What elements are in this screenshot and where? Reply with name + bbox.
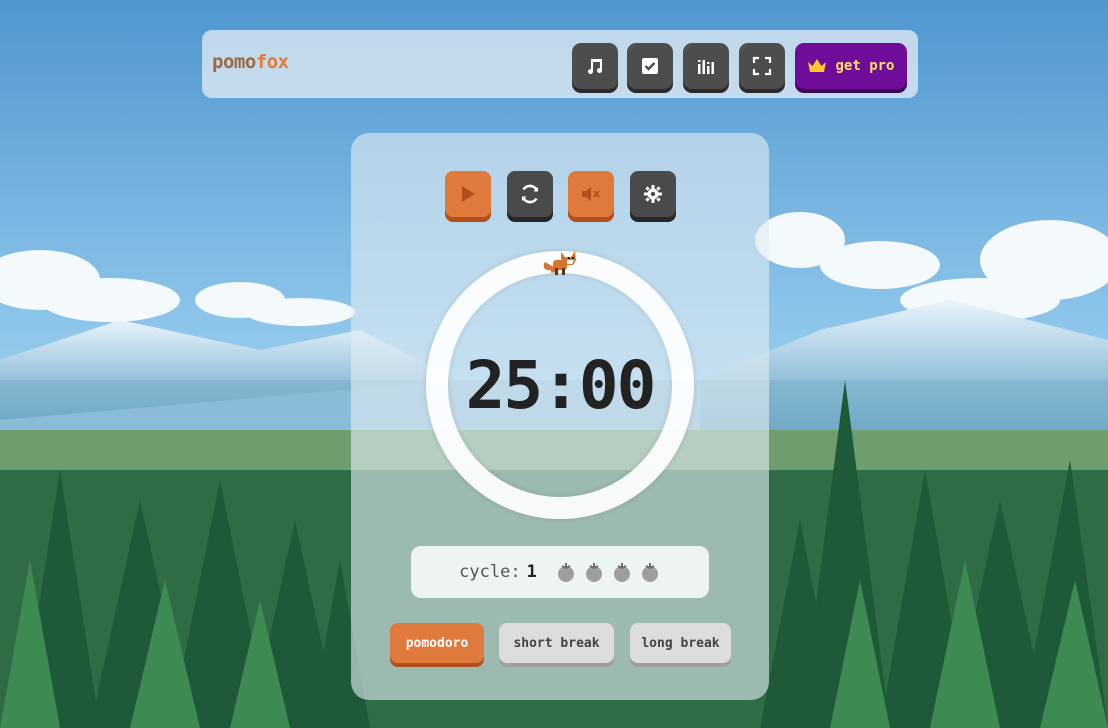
long-break-mode-button[interactable]: long break	[630, 623, 731, 663]
settings-button[interactable]	[630, 171, 676, 217]
crown-icon	[808, 59, 827, 72]
short-break-mode-button[interactable]: short break	[499, 623, 614, 663]
tomato-icon	[585, 563, 602, 582]
pomodoro-mode-button[interactable]: pomodoro	[390, 623, 484, 663]
mute-button[interactable]	[568, 171, 614, 217]
fox-icon	[543, 251, 576, 275]
music-note-icon	[588, 59, 602, 74]
settings-icon	[644, 185, 662, 203]
top-bar: pomofox get pro	[202, 30, 918, 98]
play-icon	[462, 186, 475, 202]
tomato-icon	[641, 563, 658, 582]
cycle-counter: cycle: 1	[411, 546, 709, 598]
tomato-icon	[557, 563, 574, 582]
cycle-value: 1	[526, 562, 537, 582]
stats-button[interactable]	[683, 43, 729, 89]
mute-icon	[582, 187, 600, 201]
cycle-label: cycle:	[459, 562, 521, 582]
tasks-button[interactable]	[627, 43, 673, 89]
fullscreen-icon	[752, 56, 772, 76]
checkbox-icon	[642, 58, 658, 74]
fullscreen-button[interactable]	[739, 43, 785, 89]
play-button[interactable]	[445, 171, 491, 217]
reset-icon	[521, 184, 539, 204]
reset-button[interactable]	[507, 171, 553, 217]
app-logo[interactable]: pomofox	[212, 51, 289, 73]
timer-display: 25:00	[465, 347, 657, 424]
equalizer-icon	[698, 60, 714, 74]
music-button[interactable]	[572, 43, 618, 89]
tomato-icon	[613, 563, 630, 582]
get-pro-button[interactable]: get pro	[795, 43, 907, 89]
timer-card: 25:00 cycle: 1 pomodoro short break long…	[351, 133, 769, 700]
